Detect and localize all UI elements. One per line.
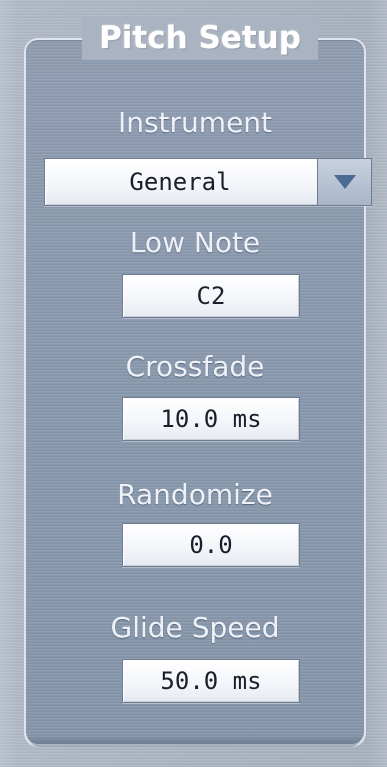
instrument-dropdown[interactable]: General [44, 158, 372, 206]
pitch-setup-panel: Pitch Setup Instrument General Low Note … [0, 0, 387, 767]
crossfade-field[interactable]: 10.0 ms [122, 397, 300, 441]
glide-speed-label: Glide Speed [110, 611, 280, 644]
dropdown-button[interactable] [317, 159, 371, 205]
frame-shadow [28, 735, 362, 747]
randomize-label: Randomize [117, 478, 273, 511]
randomize-field[interactable]: 0.0 [122, 523, 300, 567]
glide-speed-field[interactable]: 50.0 ms [122, 659, 300, 703]
crossfade-label: Crossfade [125, 350, 265, 383]
instrument-selected-value: General [129, 168, 231, 196]
chevron-down-icon [334, 175, 356, 189]
low-note-label: Low Note [129, 226, 261, 259]
panel-title: Pitch Setup [82, 16, 318, 60]
low-note-field[interactable]: C2 [122, 274, 300, 318]
instrument-label: Instrument [117, 106, 273, 139]
